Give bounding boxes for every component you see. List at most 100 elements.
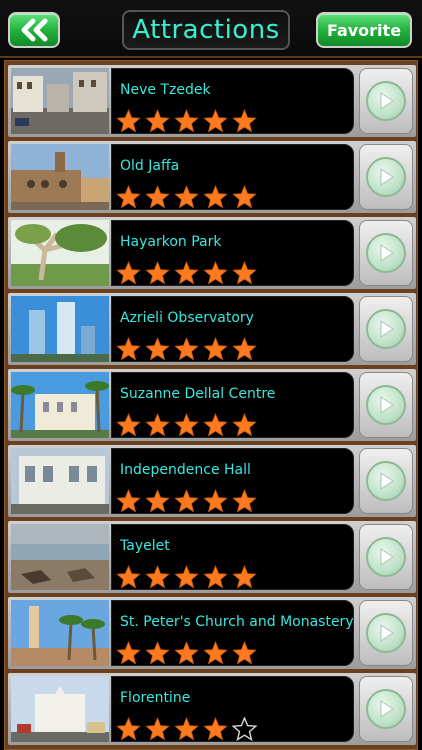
star-filled-icon (145, 109, 170, 133)
star-filled-icon (116, 641, 141, 665)
play-arrow-icon (366, 309, 406, 349)
play-arrow-icon (366, 537, 406, 577)
star-filled-icon (174, 337, 199, 361)
item-info-panel[interactable]: Hayarkon Park (111, 220, 354, 286)
star-filled-icon (145, 185, 170, 209)
list-item[interactable]: Hayarkon Park (8, 217, 416, 289)
attraction-name: Tayelet (120, 538, 170, 554)
star-rating (116, 717, 257, 741)
star-empty-icon (232, 717, 257, 741)
page-title: Attractions (132, 15, 280, 45)
open-detail-button[interactable] (359, 524, 413, 590)
list-item[interactable]: St. Peter's Church and Monastery (8, 597, 416, 669)
star-filled-icon (203, 641, 228, 665)
thumbnail-image (11, 448, 109, 514)
star-filled-icon (174, 717, 199, 741)
item-info-panel[interactable]: Azrieli Observatory (111, 296, 354, 362)
star-filled-icon (145, 641, 170, 665)
star-filled-icon (145, 565, 170, 589)
item-info-panel[interactable]: St. Peter's Church and Monastery (111, 600, 354, 666)
play-arrow-icon (366, 385, 406, 425)
item-info-panel[interactable]: Neve Tzedek (111, 68, 354, 134)
list-item[interactable]: Suzanne Dellal Centre (8, 369, 416, 441)
play-arrow-icon (366, 233, 406, 273)
star-filled-icon (174, 109, 199, 133)
item-info-panel[interactable]: Independence Hall (111, 448, 354, 514)
list-item[interactable]: Independence Hall (8, 445, 416, 517)
star-filled-icon (116, 337, 141, 361)
star-rating (116, 641, 257, 665)
star-filled-icon (232, 641, 257, 665)
star-filled-icon (145, 337, 170, 361)
open-detail-button[interactable] (359, 144, 413, 210)
star-rating (116, 489, 257, 513)
item-info-panel[interactable]: Old Jaffa (111, 144, 354, 210)
thumbnail-image (11, 372, 109, 438)
play-arrow-icon (366, 689, 406, 729)
item-info-panel[interactable]: Florentine (111, 676, 354, 742)
star-filled-icon (116, 261, 141, 285)
open-detail-button[interactable] (359, 296, 413, 362)
star-filled-icon (174, 641, 199, 665)
thumbnail-image (11, 600, 109, 666)
thumbnail-image (11, 296, 109, 362)
list-item[interactable]: Azrieli Observatory (8, 293, 416, 365)
star-filled-icon (116, 565, 141, 589)
star-filled-icon (203, 413, 228, 437)
play-arrow-icon (366, 81, 406, 121)
play-arrow-icon (366, 157, 406, 197)
star-rating (116, 413, 257, 437)
attraction-name: Hayarkon Park (120, 234, 222, 250)
back-button[interactable] (8, 12, 60, 48)
star-filled-icon (203, 337, 228, 361)
star-rating (116, 261, 257, 285)
attraction-name: Azrieli Observatory (120, 310, 254, 326)
star-filled-icon (174, 185, 199, 209)
star-filled-icon (232, 261, 257, 285)
star-filled-icon (232, 109, 257, 133)
list-item[interactable]: Tayelet (8, 521, 416, 593)
list-item[interactable]: Old Jaffa (8, 141, 416, 213)
thumbnail-image (11, 524, 109, 590)
star-filled-icon (203, 261, 228, 285)
double-chevron-left-icon (21, 18, 48, 42)
attraction-name: Old Jaffa (120, 158, 180, 174)
open-detail-button[interactable] (359, 448, 413, 514)
star-filled-icon (203, 185, 228, 209)
attraction-name: Suzanne Dellal Centre (120, 386, 276, 402)
star-filled-icon (203, 717, 228, 741)
star-filled-icon (203, 565, 228, 589)
star-filled-icon (232, 185, 257, 209)
star-filled-icon (116, 185, 141, 209)
open-detail-button[interactable] (359, 372, 413, 438)
open-detail-button[interactable] (359, 68, 413, 134)
star-rating (116, 185, 257, 209)
thumbnail-image (11, 220, 109, 286)
open-detail-button[interactable] (359, 676, 413, 742)
star-filled-icon (232, 337, 257, 361)
attraction-name: Neve Tzedek (120, 82, 211, 98)
attractions-list[interactable]: Neve Tzedek Old Jaffa Hayarkon Park Azrieli… (4, 60, 418, 750)
star-filled-icon (145, 261, 170, 285)
star-filled-icon (232, 489, 257, 513)
open-detail-button[interactable] (359, 600, 413, 666)
thumbnail-image (11, 676, 109, 742)
item-info-panel[interactable]: Tayelet (111, 524, 354, 590)
star-filled-icon (116, 489, 141, 513)
thumbnail-image (11, 144, 109, 210)
attraction-name: Florentine (120, 690, 191, 706)
list-item[interactable]: Florentine (8, 673, 416, 745)
favorite-button[interactable]: Favorite (316, 12, 412, 48)
star-filled-icon (116, 717, 141, 741)
star-filled-icon (203, 109, 228, 133)
star-filled-icon (145, 717, 170, 741)
star-filled-icon (174, 489, 199, 513)
item-info-panel[interactable]: Suzanne Dellal Centre (111, 372, 354, 438)
star-filled-icon (145, 413, 170, 437)
play-arrow-icon (366, 613, 406, 653)
star-filled-icon (232, 565, 257, 589)
page-title-box: Attractions (122, 10, 290, 50)
list-item[interactable]: Neve Tzedek (8, 65, 416, 137)
attraction-name: Independence Hall (120, 462, 251, 478)
open-detail-button[interactable] (359, 220, 413, 286)
